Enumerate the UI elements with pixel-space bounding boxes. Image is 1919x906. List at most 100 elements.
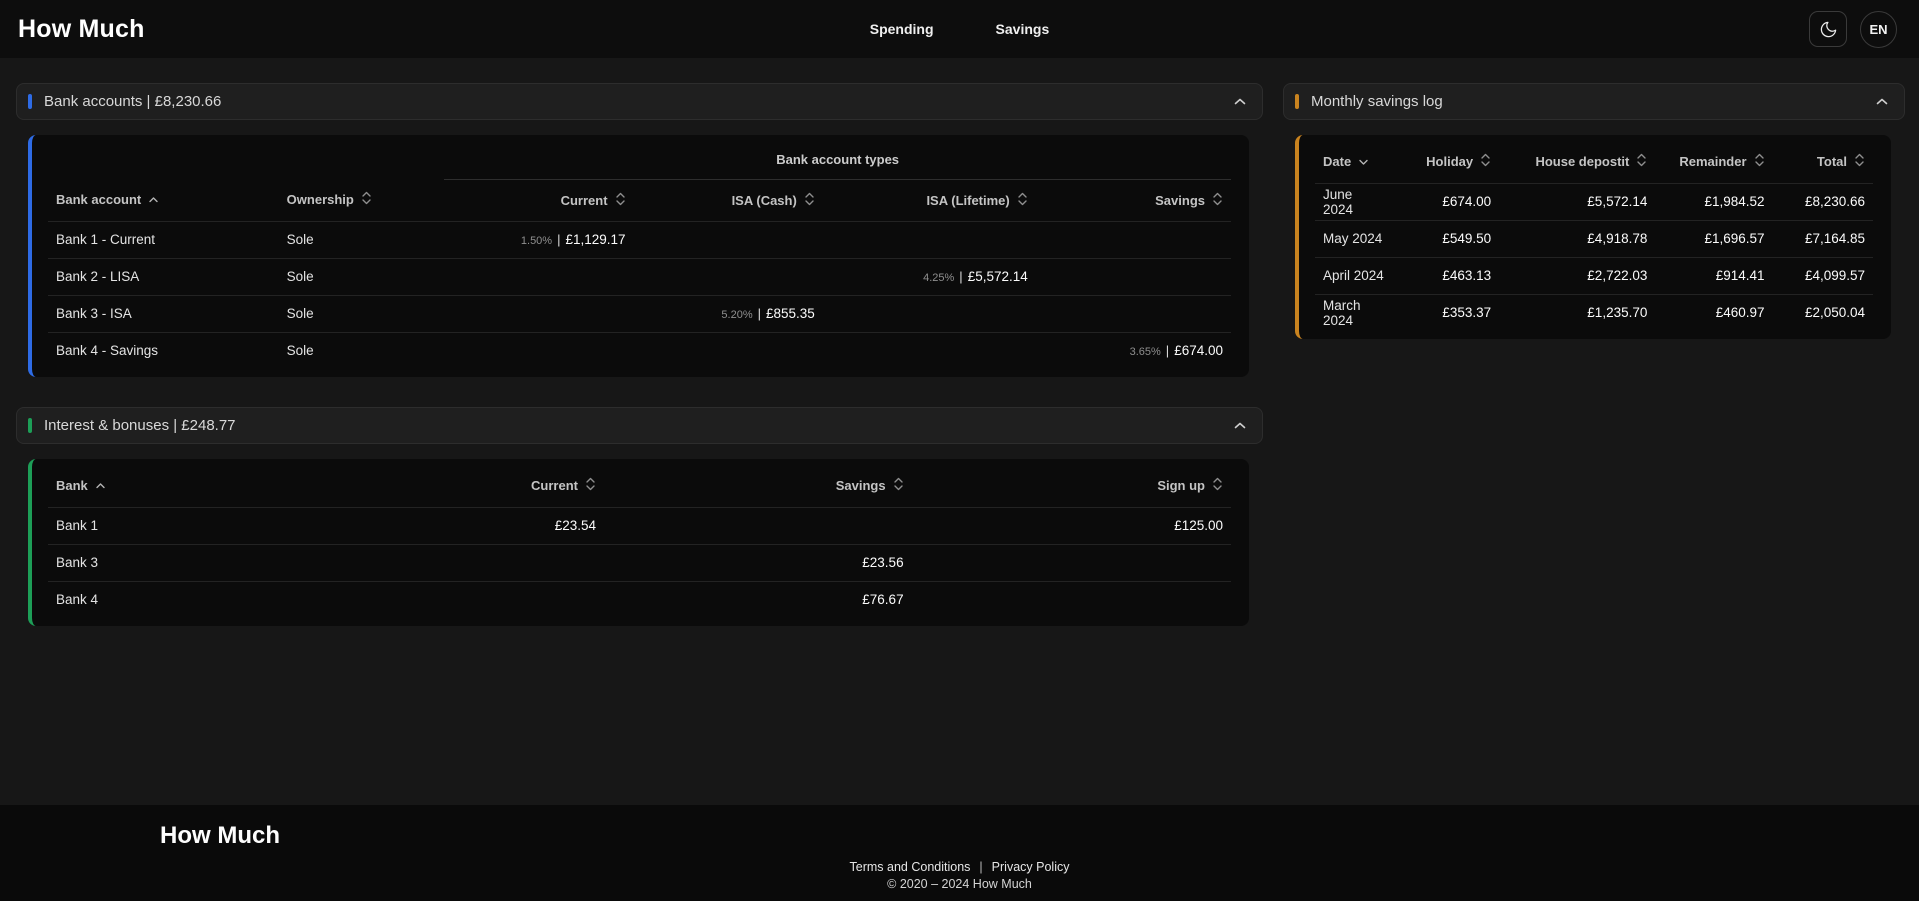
total-cell: £8,230.66 [1773,183,1873,220]
savings-cell [1036,221,1231,258]
left-column: Bank accounts | £8,230.66 Bank account t… [16,83,1263,626]
amount-value: £7,164.85 [1805,231,1865,246]
savings-cell [1036,295,1231,332]
accent-dash [28,418,32,433]
column-label: Ownership [287,192,354,207]
isa-lifetime-cell [823,221,1036,258]
holiday-cell: £549.50 [1393,220,1499,257]
column-header-house-deposit[interactable]: House depostit [1499,141,1655,183]
column-label: Bank [56,478,88,493]
column-label: Remainder [1679,154,1746,169]
current-cell: 1.50%|£1,129.17 [444,221,633,258]
remainder-cell: £460.97 [1655,294,1772,331]
sort-icon [585,476,596,495]
savings-cell: £76.67 [604,581,912,618]
amount-value: £549.50 [1442,231,1491,246]
chevron-up-icon [1234,98,1246,105]
pipe-separator: | [758,306,761,321]
house-deposit-cell: £4,918.78 [1499,220,1655,257]
column-header-sign-up[interactable]: Sign up [912,465,1231,507]
holiday-cell: £674.00 [1393,183,1499,220]
interest-bonuses-panel: Interest & bonuses | £248.77 Bank [16,407,1263,626]
column-label: Savings [1155,193,1205,208]
theme-toggle-button[interactable] [1809,11,1847,47]
current-cell [444,332,633,369]
amount-value: £2,722.03 [1587,268,1647,283]
total-cell: £7,164.85 [1773,220,1873,257]
column-header-holiday[interactable]: Holiday [1393,141,1499,183]
footer: How Much Terms and Conditions | Privacy … [0,805,1919,901]
date-cell: May 2024 [1315,220,1393,257]
privacy-policy-link[interactable]: Privacy Policy [992,860,1070,874]
isa-cash-cell [634,221,823,258]
nav-link-savings[interactable]: Savings [996,21,1050,37]
rate-value: 4.25% [923,272,954,284]
moon-icon [1819,20,1838,39]
column-header-remainder[interactable]: Remainder [1655,141,1772,183]
isa-lifetime-cell [823,295,1036,332]
group-header-row: Bank account types [48,141,1231,179]
ownership-cell: Sole [279,295,445,332]
column-header-current[interactable]: Current [356,465,604,507]
column-header-row: Date Holiday House depostit Remainder [1315,141,1873,183]
remainder-cell: £914.41 [1655,257,1772,294]
sort-desc-icon [1358,154,1369,169]
bank-accounts-panel-header[interactable]: Bank accounts | £8,230.66 [16,83,1263,120]
table-row: April 2024 £463.13 £2,722.03 £914.41 £4,… [1315,257,1873,294]
column-header-bank[interactable]: Bank [48,465,356,507]
table-row: Bank 4 £76.67 [48,581,1231,618]
interest-bonuses-card: Bank Current Savings Sign up [28,459,1249,626]
rate-value: 3.65% [1130,346,1161,358]
table-row: Bank 3 - ISA Sole 5.20%|£855.35 [48,295,1231,332]
app-brand[interactable]: How Much [18,15,145,44]
interest-bonuses-panel-title: Interest & bonuses | £248.77 [44,417,236,434]
column-label: Savings [836,478,886,493]
savings-cell [604,507,912,544]
sort-icon [1854,152,1865,171]
language-button[interactable]: EN [1860,11,1897,48]
amount-value: £5,572.14 [1587,194,1647,209]
page-bottom-strip [0,901,1919,906]
column-header-current[interactable]: Current [444,179,633,221]
column-header-savings[interactable]: Savings [604,465,912,507]
sort-icon [361,190,372,209]
amount-value: £5,572.14 [968,269,1028,284]
amount-value: £914.41 [1716,268,1765,283]
column-header-total[interactable]: Total [1773,141,1873,183]
interest-bonuses-panel-header[interactable]: Interest & bonuses | £248.77 [16,407,1263,444]
navbar: How Much Spending Savings EN [0,0,1919,58]
total-cell: £4,099.57 [1773,257,1873,294]
column-header-bank-account[interactable]: Bank account [48,179,279,221]
table-row: Bank 3 £23.56 [48,544,1231,581]
monthly-savings-panel-header[interactable]: Monthly savings log [1283,83,1905,120]
sort-asc-icon [95,478,106,493]
bank-cell: Bank 1 [48,507,356,544]
table-row: May 2024 £549.50 £4,918.78 £1,696.57 £7,… [1315,220,1873,257]
accent-dash [28,94,32,109]
group-header-spacer [48,141,444,179]
column-header-date[interactable]: Date [1315,141,1393,183]
column-label: ISA (Cash) [732,193,797,208]
column-header-isa-lifetime[interactable]: ISA (Lifetime) [823,179,1036,221]
sign-up-cell [912,544,1231,581]
column-label: Current [531,478,578,493]
savings-cell: £23.56 [604,544,912,581]
sign-up-cell: £125.00 [912,507,1231,544]
rate-value: 1.50% [521,235,552,247]
terms-and-conditions-link[interactable]: Terms and Conditions [850,860,971,874]
holiday-cell: £463.13 [1393,257,1499,294]
sort-icon [1017,191,1028,210]
pipe-separator: | [979,860,982,874]
bank-account-cell: Bank 4 - Savings [48,332,279,369]
table-row: Bank 1 £23.54 £125.00 [48,507,1231,544]
column-label: Sign up [1157,478,1205,493]
footer-copyright: © 2020 – 2024 How Much [0,877,1919,891]
pipe-separator: | [1166,343,1169,358]
column-header-savings[interactable]: Savings [1036,179,1231,221]
nav-link-spending[interactable]: Spending [870,21,934,37]
bank-accounts-panel-title: Bank accounts | £8,230.66 [44,93,221,110]
column-header-ownership[interactable]: Ownership [279,179,445,221]
column-header-isa-cash[interactable]: ISA (Cash) [634,179,823,221]
amount-value: £125.00 [1174,518,1223,533]
footer-links: Terms and Conditions | Privacy Policy [0,860,1919,874]
